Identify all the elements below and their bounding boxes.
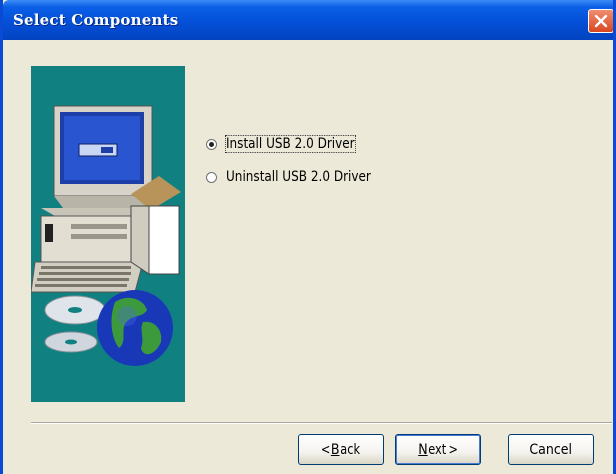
- uninstall-radio-button[interactable]: [206, 171, 217, 183]
- next-button-label: Next >: [418, 442, 458, 458]
- close-button[interactable]: [588, 9, 613, 33]
- back-label-rest: ack: [340, 441, 361, 458]
- back-button-label: < Back: [320, 442, 361, 458]
- window-title: Select Components: [13, 11, 179, 29]
- next-label-rest: ext: [428, 441, 447, 458]
- install-driver-option[interactable]: Install USB 2.0 Driver: [206, 134, 376, 154]
- install-radio-button[interactable]: [206, 138, 217, 150]
- uninstall-driver-option[interactable]: Uninstall USB 2.0 Driver: [206, 167, 394, 187]
- next-mnemonic: N: [418, 441, 428, 458]
- cancel-button[interactable]: Cancel: [508, 434, 594, 465]
- uninstall-option-label[interactable]: Uninstall USB 2.0 Driver: [226, 169, 371, 185]
- back-arrow-text: <: [320, 441, 331, 458]
- button-separator: [31, 422, 612, 424]
- next-button[interactable]: Next >: [395, 434, 481, 465]
- close-icon: [594, 14, 608, 28]
- setup-illustration-panel: [30, 66, 185, 402]
- back-button[interactable]: < Back: [298, 434, 384, 465]
- back-mnemonic: B: [330, 441, 340, 458]
- computer-with-cds-and-globe-icon: [30, 105, 181, 366]
- cancel-button-label: Cancel: [529, 441, 573, 458]
- install-option-label[interactable]: Install USB 2.0 Driver: [225, 135, 356, 153]
- next-arrow-text: >: [447, 441, 458, 458]
- setup-dialog-window: Select Components Install USB 2.0 Driver…: [0, 0, 616, 474]
- title-bar[interactable]: Select Components: [3, 0, 613, 40]
